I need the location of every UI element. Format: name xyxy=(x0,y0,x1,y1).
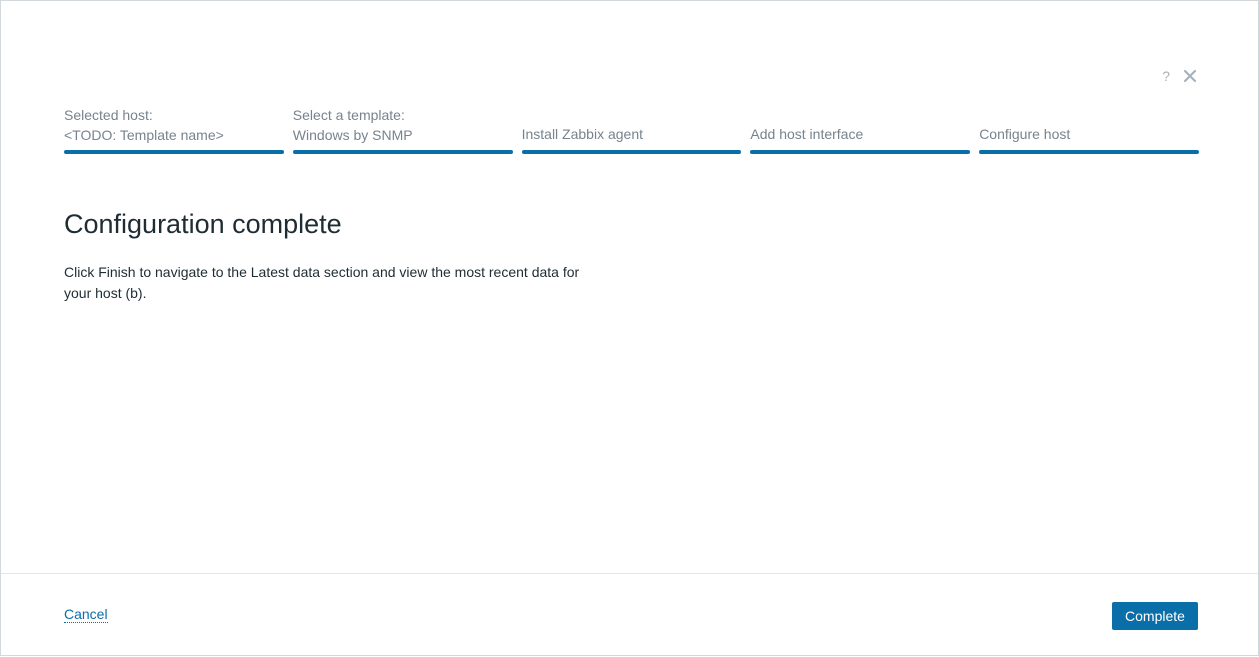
step-label-line1: Selected host: xyxy=(64,107,153,123)
step-label-line2: Install Zabbix agent xyxy=(521,126,643,142)
step-add-interface[interactable]: Add host interface xyxy=(750,105,971,154)
wizard-content: Configuration complete Click Finish to n… xyxy=(64,208,624,304)
step-progress-bar xyxy=(292,150,513,154)
step-progress-bar xyxy=(521,150,742,154)
page-title: Configuration complete xyxy=(64,209,342,239)
dialog-footer: Cancel Complete xyxy=(1,573,1258,657)
complete-button[interactable]: Complete xyxy=(1112,602,1198,630)
step-select-template[interactable]: Select a template: Windows by SNMP xyxy=(292,105,513,154)
description-text: Click Finish to navigate to the Latest d… xyxy=(64,264,580,301)
close-icon[interactable] xyxy=(1182,68,1198,84)
step-label-line2: <TODO: Template name> xyxy=(64,126,224,143)
step-configure-host[interactable]: Configure host xyxy=(979,105,1199,154)
wizard-dialog: ? Selected host: <TODO: Template name> S… xyxy=(0,0,1259,656)
step-label-line2: Add host interface xyxy=(750,126,864,142)
help-icon[interactable]: ? xyxy=(1162,67,1170,85)
cancel-link[interactable]: Cancel xyxy=(64,606,108,623)
step-selected-host[interactable]: Selected host: <TODO: Template name> xyxy=(64,105,284,154)
step-label-line1: Select a template: xyxy=(292,107,405,123)
wizard-steps: Selected host: <TODO: Template name> Sel… xyxy=(64,105,1199,154)
step-progress-bar xyxy=(750,150,971,154)
step-progress-bar xyxy=(64,150,284,154)
step-label-line2: Configure host xyxy=(979,126,1071,142)
dialog-controls: ? xyxy=(1162,67,1198,85)
step-install-agent[interactable]: Install Zabbix agent xyxy=(521,105,742,154)
step-progress-bar xyxy=(979,150,1199,154)
step-label-line2: Windows by SNMP xyxy=(292,126,413,143)
